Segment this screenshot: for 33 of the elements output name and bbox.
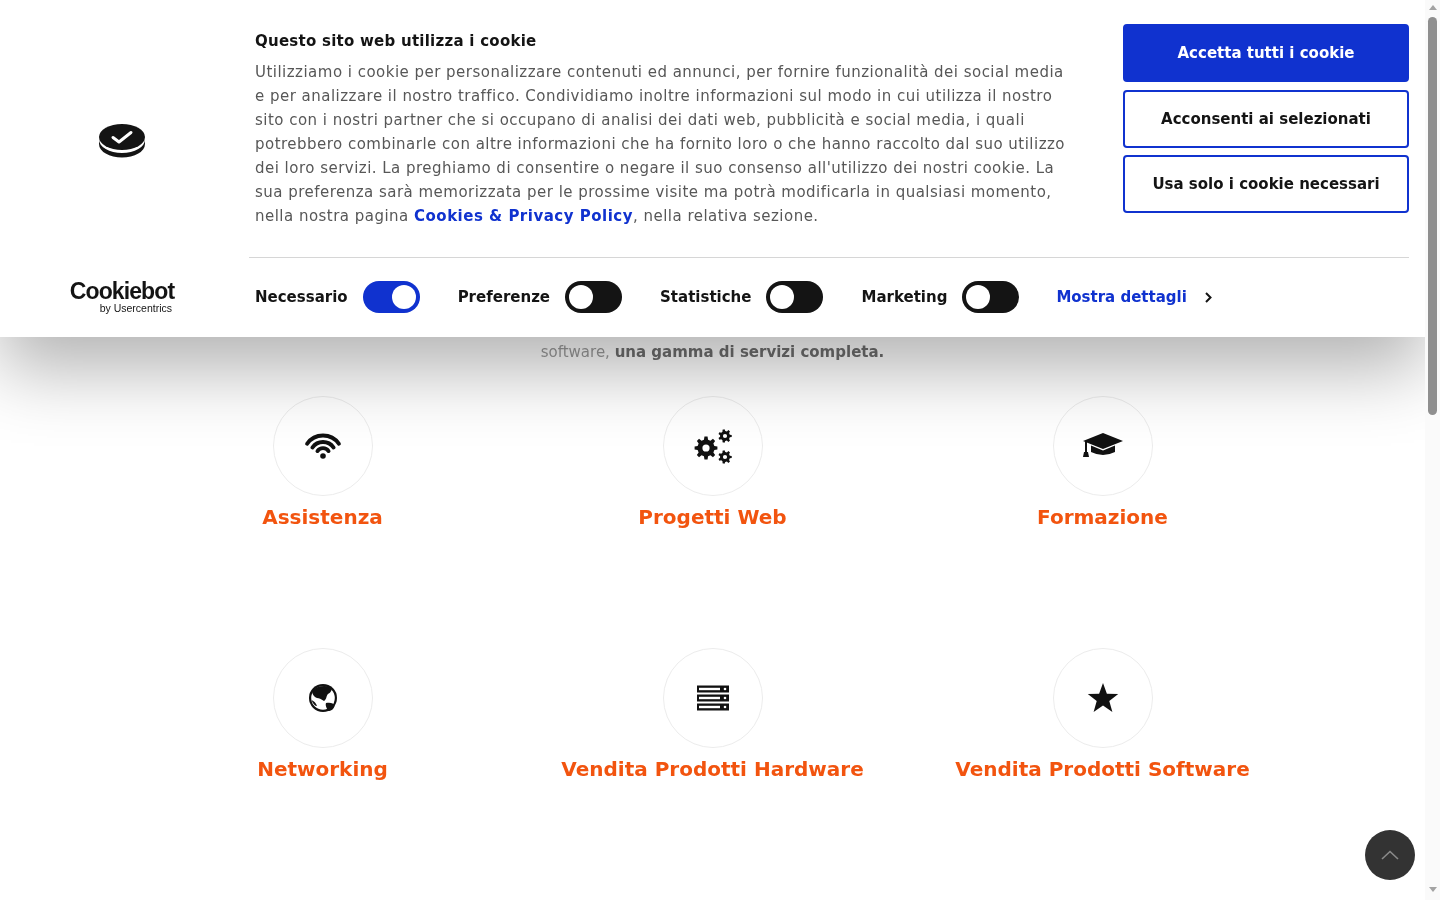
toggle-switch[interactable] — [766, 281, 824, 313]
service-title: Networking — [257, 757, 388, 781]
gears-icon — [662, 396, 763, 496]
consent-button[interactable]: Accetta tutti i cookie — [1123, 24, 1409, 82]
chevron-up-icon — [1381, 850, 1399, 860]
consent-button[interactable]: Acconsenti ai selezionati — [1123, 89, 1409, 148]
chevron-right-icon — [1204, 291, 1212, 303]
consent-label: Statistiche — [660, 287, 752, 308]
consent-label: Marketing — [861, 287, 948, 308]
logo-tagline: by Usercentrics — [99, 302, 172, 314]
logo-wordmark: Cookiebot — [69, 280, 175, 302]
service-title: Formazione — [1037, 505, 1168, 529]
service-title: Vendita Prodotti Hardware — [561, 757, 864, 781]
globe-icon — [272, 648, 373, 748]
toggle-switch[interactable] — [565, 281, 623, 313]
cookie-description: Utilizziamo i cookie per personalizzare contenuti ed annunci, per fornire funzionalità dei social media e per analizzare il nostro traffico. Condividiamo inoltre informazioni sul modo in cui utilizza il nostro sito con i nostri partner che si occupano di analisi dei dati web, pubblicità e social media, i quali potrebbero combinarle con altre informazioni che ha fornito loro o che hanno raccolto dal suo utilizzo dei loro servizi. La preghiamo di consentire o negare il suo consenso all'utilizzo dei nostri cookie. La sua preferenza sarà memorizzata per le prossime visite ma potrà modificarla in qualsiasi momento, nella nostra pagina Cookies & Privacy Policy, nella relativa sezione. — [255, 62, 1066, 227]
toggle-switch[interactable] — [962, 281, 1020, 313]
service-title: Assistenza — [262, 505, 383, 529]
consent-label: Necessario — [255, 287, 348, 308]
wifi-icon — [272, 396, 373, 496]
graduation-cap-icon — [1052, 396, 1153, 496]
consent-label: Preferenze — [457, 287, 551, 308]
consent-button[interactable]: Usa solo i cookie necessari — [1123, 155, 1409, 213]
check-coin-icon — [99, 123, 145, 158]
intro-text: software, una gamma di servizi completa. — [539, 342, 886, 363]
service-title: Progetti Web — [638, 505, 787, 529]
service-title: Vendita Prodotti Software — [955, 757, 1250, 781]
details-link[interactable]: Mostra dettagli — [1056, 285, 1212, 309]
toggle-switch[interactable] — [362, 281, 420, 313]
banner-title: Questo sito web utilizza i cookie — [255, 31, 538, 52]
server-rack-icon — [662, 648, 763, 748]
scrollbar-thumb[interactable] — [1428, 17, 1437, 415]
policy-link[interactable]: Cookies & Privacy Policy — [414, 207, 633, 225]
